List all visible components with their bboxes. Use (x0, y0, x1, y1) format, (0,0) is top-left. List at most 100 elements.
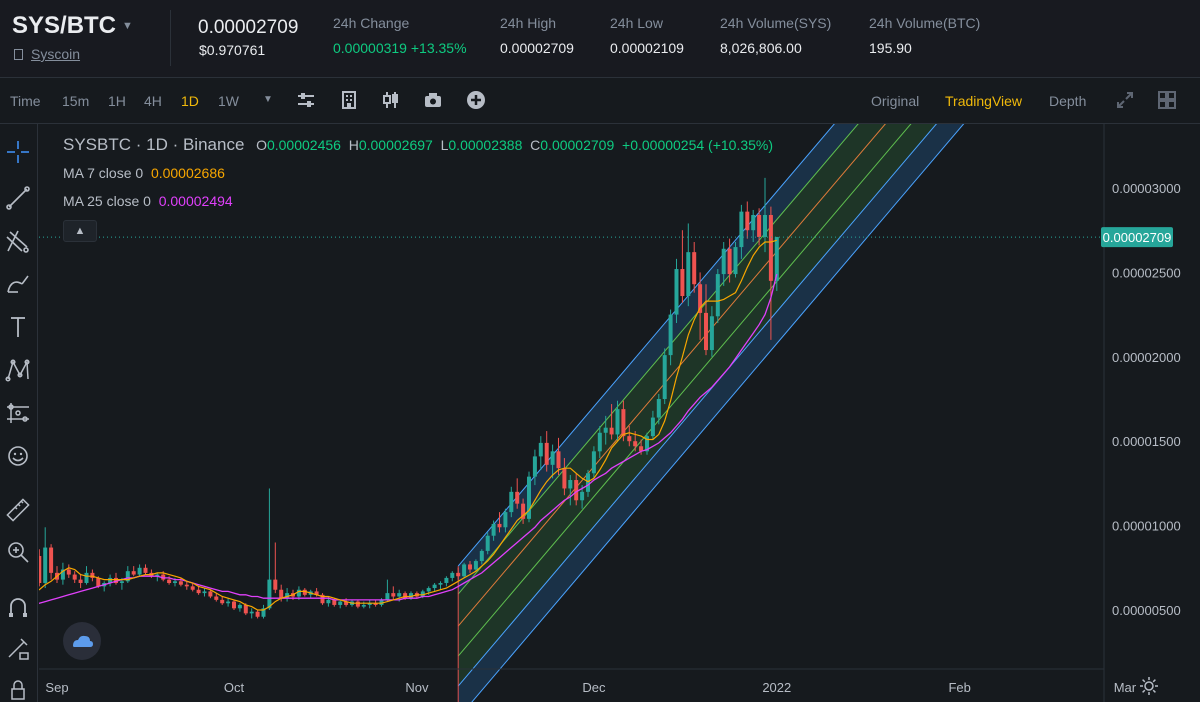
candle-body (727, 248, 732, 275)
candle-body (190, 586, 195, 590)
candle-body (556, 451, 561, 469)
candle-body (237, 604, 242, 609)
brush-icon[interactable] (4, 270, 32, 298)
candle-body (361, 604, 366, 607)
candle-body (615, 409, 620, 435)
current-price-label: 0.00002709 (1103, 230, 1172, 245)
view-depth[interactable]: Depth (1049, 93, 1086, 109)
candle-body (485, 535, 490, 551)
ma25-legend[interactable]: MA 25 close 0 0.00002494 (63, 193, 233, 209)
candle-body (515, 491, 520, 504)
candle-body (438, 582, 443, 585)
candle-body (137, 567, 142, 575)
fib-tools-icon[interactable] (4, 227, 32, 255)
legend-o-label: O (256, 137, 267, 153)
pencil-lock-icon[interactable] (4, 634, 32, 662)
candle-body (692, 252, 697, 285)
candle-body (745, 211, 750, 231)
interval-time[interactable]: Time (10, 93, 41, 109)
emoji-icon[interactable] (4, 442, 32, 470)
tradingview-logo[interactable] (63, 622, 101, 660)
candle-body (226, 601, 231, 604)
lock-icon[interactable] (4, 676, 32, 702)
candle-body (78, 579, 83, 583)
candle-body (468, 564, 472, 570)
trend-line-icon[interactable] (4, 184, 32, 212)
parallel-channel-drawing[interactable] (457, 0, 1119, 702)
crosshair-icon[interactable] (4, 138, 32, 166)
interval-4h[interactable]: 4H (144, 93, 162, 109)
pattern-icon[interactable] (4, 356, 32, 384)
layout-grid-icon[interactable] (1157, 90, 1177, 110)
candle-body (37, 555, 42, 583)
candle-body (479, 550, 484, 562)
add-circle-icon[interactable] (466, 90, 486, 110)
time-axis[interactable]: Sep Oct Nov Dec 2022 Feb Mar (45, 680, 1136, 695)
candle-body (296, 589, 301, 597)
price-tick-label: 0.00002500 (1112, 265, 1181, 280)
price-chart[interactable]: 0.00003000 0.00002500 0.00002000 0.00001500… (7, 0, 1200, 702)
more-intervals-icon[interactable]: ▼ (263, 94, 273, 105)
interval-1w[interactable]: 1W (218, 93, 239, 109)
candle-body (509, 491, 514, 513)
candles-icon[interactable] (381, 90, 401, 110)
candle-body (202, 591, 207, 594)
candle-body (332, 599, 337, 605)
ruler-icon[interactable] (4, 496, 32, 524)
price-tick-label: 0.00001000 (1112, 519, 1181, 534)
chart-settings-gear-icon[interactable] (1139, 676, 1159, 696)
coin-link[interactable]: Syscoin (14, 46, 80, 62)
candle-body (267, 579, 272, 609)
candle-body (243, 604, 248, 614)
interval-1d[interactable]: 1D (181, 93, 199, 109)
legend-low: 0.00002388 (448, 137, 523, 153)
text-tool-icon[interactable] (4, 313, 32, 341)
document-icon (14, 49, 23, 60)
zoom-in-icon[interactable] (4, 538, 32, 566)
time-tick-label: 2022 (762, 680, 791, 695)
candle-body (279, 589, 284, 599)
candle-body (609, 427, 614, 435)
candlestick-chart[interactable]: 0.00003000 0.00002500 0.00002000 0.00001500… (7, 0, 1200, 702)
view-tradingview[interactable]: TradingView (945, 93, 1022, 109)
candle-body (444, 577, 449, 583)
time-tick-label: Nov (405, 680, 429, 695)
candle-body (326, 599, 331, 604)
ma7-legend[interactable]: MA 7 close 0 0.00002686 (63, 165, 225, 181)
indicator-building-icon[interactable] (339, 90, 359, 110)
interval-1h[interactable]: 1H (108, 93, 126, 109)
pair-title[interactable]: SYS/BTC (12, 12, 116, 40)
coin-name-link[interactable]: Syscoin (31, 46, 80, 62)
candle-body (497, 523, 502, 528)
ma25-label: MA 25 close 0 (63, 193, 151, 209)
candle-body (432, 584, 437, 589)
last-price-usd: $0.970761 (199, 42, 266, 58)
candle-body (338, 601, 343, 605)
candle-body (249, 611, 254, 614)
candle-body (757, 215, 762, 237)
legend-c-label: C (530, 137, 541, 153)
candle-body (355, 601, 360, 607)
candle-body (255, 611, 260, 617)
interval-15m[interactable]: 15m (62, 93, 89, 109)
candle-body (686, 252, 691, 297)
candle-body (450, 572, 455, 578)
cloud-icon (73, 635, 93, 647)
candle-body (668, 314, 673, 356)
pair-dropdown-icon[interactable]: ▼ (122, 20, 133, 32)
candle-body (674, 269, 679, 315)
camera-icon[interactable] (423, 90, 443, 110)
collapse-legend-button[interactable]: ▲ (63, 220, 97, 242)
prediction-tools-icon[interactable] (4, 399, 32, 427)
candle-body (721, 248, 726, 275)
settings-sliders-icon[interactable] (296, 90, 316, 110)
time-tick-label: Sep (45, 680, 68, 695)
fullscreen-icon[interactable] (1115, 90, 1135, 110)
candle-body (680, 269, 685, 297)
ma7-value: 0.00002686 (150, 165, 225, 181)
stat-24h-low: 24h Low 0.00002109 (610, 15, 684, 56)
candle-body (491, 523, 496, 536)
ma25-value: 0.00002494 (158, 193, 233, 209)
view-original[interactable]: Original (871, 93, 919, 109)
magnet-icon[interactable] (4, 594, 32, 622)
